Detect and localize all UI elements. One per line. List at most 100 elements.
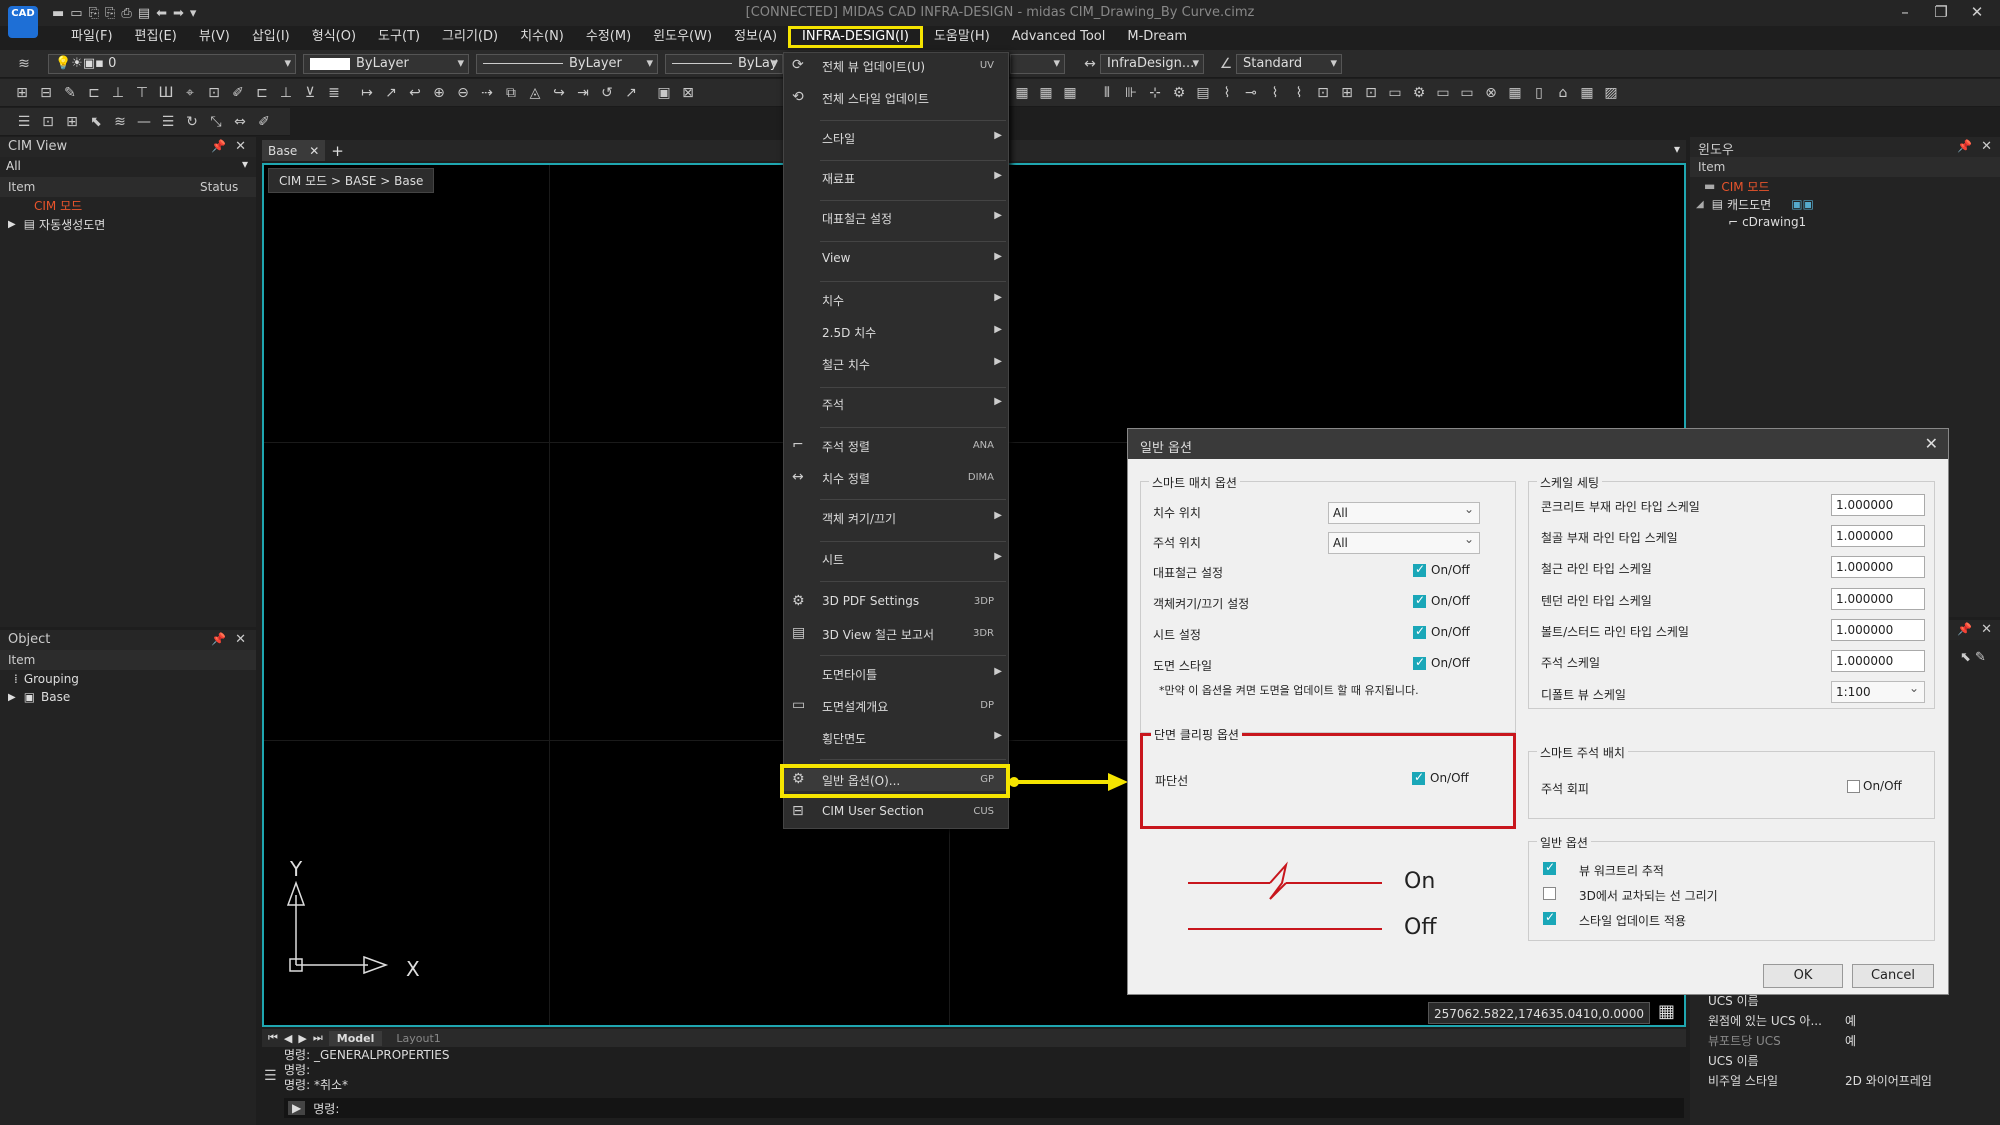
tool-icon[interactable]: ⌂: [1554, 85, 1572, 101]
tool-icon[interactable]: ↗: [382, 85, 400, 101]
tool-icon[interactable]: ▨: [1602, 85, 1620, 101]
object-row[interactable]: ⁞ Grouping: [0, 670, 256, 688]
tool-icon[interactable]: ⊏: [253, 85, 271, 101]
tool-icon[interactable]: ✐: [229, 85, 247, 101]
first-tab-icon[interactable]: ⏮: [268, 1031, 278, 1045]
menu-tools[interactable]: 도구(T): [367, 26, 431, 48]
tool-icon[interactable]: —: [135, 114, 153, 130]
tool-icon[interactable]: ☰: [159, 114, 177, 130]
close-icon[interactable]: ✕: [1925, 434, 1938, 453]
tool-icon[interactable]: ↗: [622, 85, 640, 101]
add-tab-icon[interactable]: +: [331, 142, 344, 160]
rebar-scale-input[interactable]: 1.000000: [1831, 556, 1925, 578]
undo-icon[interactable]: ⬅: [156, 6, 167, 21]
menu-advanced-tool[interactable]: Advanced Tool: [1001, 26, 1117, 48]
view-icon[interactable]: ▣▣: [1791, 197, 1814, 211]
menu-item-material-table[interactable]: 재료표 ▶: [784, 167, 1008, 189]
new-file-icon[interactable]: ▬: [52, 6, 64, 21]
grid-toggle-icon[interactable]: ▦: [1658, 1001, 1675, 1022]
menu-item-dimension-align[interactable]: ↔ 치수 정렬 DIMA: [784, 467, 1008, 489]
tool-icon[interactable]: ▦: [1506, 85, 1524, 101]
tool-icon[interactable]: ⇢: [478, 85, 496, 101]
expand-icon[interactable]: ▶: [8, 219, 16, 230]
tool-icon[interactable]: ↩: [406, 85, 424, 101]
bolt-scale-input[interactable]: 1.000000: [1831, 619, 1925, 641]
menu-item-update-all-views[interactable]: ⟳ 전체 뷰 업데이트(U) UV: [784, 55, 1008, 77]
menu-item-update-all-styles[interactable]: ⟲ 전체 스타일 업데이트: [784, 87, 1008, 109]
menu-item-object-toggle[interactable]: 객체 켜기/끄기 ▶: [784, 507, 1008, 529]
tool-icon[interactable]: ▭: [1434, 85, 1452, 101]
save-icon[interactable]: ⎘: [89, 6, 99, 21]
break-line-checkbox[interactable]: [1412, 770, 1425, 785]
window-tree-root[interactable]: ▬ CIM 모드: [1690, 177, 2000, 195]
tool-icon[interactable]: ⊞: [63, 114, 81, 130]
tool-icon[interactable]: ⊪: [1122, 85, 1140, 101]
tool-icon[interactable]: ⊸: [1242, 85, 1260, 101]
menu-item-annotation[interactable]: 주석 ▶: [784, 393, 1008, 415]
tool-icon[interactable]: ⊡: [1314, 85, 1332, 101]
menu-item-style[interactable]: 스타일 ▶: [784, 127, 1008, 149]
tool-icon[interactable]: ⦀: [1098, 85, 1116, 101]
tool-icon[interactable]: ⊤: [133, 85, 151, 101]
note-position-select[interactable]: All: [1328, 532, 1480, 554]
default-view-scale-select[interactable]: 1:100: [1831, 681, 1925, 703]
tool-icon[interactable]: ↦: [358, 85, 376, 101]
tool-icon[interactable]: ⌇: [1218, 85, 1236, 101]
tool-icon[interactable]: ⇔: [231, 114, 249, 130]
maximize-icon[interactable]: ❐: [1926, 3, 1956, 23]
close-icon[interactable]: ✕: [309, 144, 319, 158]
menu-modify[interactable]: 수정(M): [575, 26, 642, 48]
menu-dimension[interactable]: 치수(N): [509, 26, 575, 48]
menu-infra-design[interactable]: INFRA-DESIGN(I): [788, 26, 923, 48]
tool-icon[interactable]: ⊏: [85, 85, 103, 101]
tool-icon[interactable]: ⊠: [679, 85, 697, 101]
select-objects-icon[interactable]: ⬉ ✎: [1960, 650, 1986, 665]
last-tab-icon[interactable]: ⏭: [313, 1031, 323, 1045]
steel-scale-input[interactable]: 1.000000: [1831, 525, 1925, 547]
menu-format[interactable]: 형식(O): [301, 26, 367, 48]
sheet-setting-checkbox[interactable]: [1413, 624, 1426, 639]
tool-icon[interactable]: ↺: [598, 85, 616, 101]
tool-icon[interactable]: ⊡: [39, 114, 57, 130]
tool-icon[interactable]: ⊞: [13, 85, 31, 101]
menu-edit[interactable]: 편집(E): [124, 26, 188, 48]
prev-tab-icon[interactable]: ◀: [284, 1032, 292, 1045]
tool-icon[interactable]: ⊖: [454, 85, 472, 101]
dimstyle-combo[interactable]: InfraDesign...: [1100, 54, 1204, 74]
menu-item-dimension[interactable]: 치수 ▶: [784, 289, 1008, 311]
tool-icon[interactable]: ≣: [325, 85, 343, 101]
object-row[interactable]: ▶ ▣ Base: [0, 688, 256, 706]
menu-item-rebar-settings[interactable]: 대표철근 설정 ▶: [784, 207, 1008, 229]
menu-item-3d-view-rebar-report[interactable]: ▤ 3D View 철근 보고서 3DR: [784, 623, 1008, 645]
tool-icon[interactable]: ⊥: [277, 85, 295, 101]
menu-item-design-overview[interactable]: ▭ 도면설계개요 DP: [784, 695, 1008, 717]
tool-icon[interactable]: ⌖: [181, 85, 199, 101]
ok-button[interactable]: OK: [1763, 964, 1843, 988]
select-icon[interactable]: ⬉: [87, 114, 105, 130]
tree-item[interactable]: ▶ ▤ 자동생성도면: [0, 215, 256, 233]
table-icon[interactable]: ▦: [1013, 85, 1031, 101]
close-icon[interactable]: ✕: [1981, 139, 1992, 154]
pin-icon[interactable]: 📌: [1957, 622, 1972, 636]
tool-icon[interactable]: ⊟: [37, 85, 55, 101]
menu-item-rebar-dimension[interactable]: 철근 치수 ▶: [784, 353, 1008, 375]
window-tree-subitem[interactable]: ⌐ cDrawing1: [1690, 213, 2000, 231]
tool-icon[interactable]: ⊥: [109, 85, 127, 101]
tool-icon[interactable]: ✐: [255, 114, 273, 130]
pin-icon[interactable]: 📌: [1957, 139, 1972, 153]
tool-icon[interactable]: ▦: [1578, 85, 1596, 101]
menu-help[interactable]: 도움말(H): [923, 26, 1001, 48]
menu-item-cross-section[interactable]: 횡단면도 ▶: [784, 727, 1008, 749]
linetype-combo[interactable]: ByLayer: [476, 54, 658, 74]
tool-icon[interactable]: ↻: [183, 114, 201, 130]
doc-tab-base[interactable]: Base ✕: [262, 140, 326, 161]
pin-icon[interactable]: 📌: [211, 139, 226, 153]
menu-item-annotation-align[interactable]: ⌐ 주석 정렬 ANA: [784, 435, 1008, 457]
collapse-icon[interactable]: ◢: [1696, 199, 1704, 210]
tool-icon[interactable]: ⊡: [205, 85, 223, 101]
print-icon[interactable]: ⎙: [121, 6, 131, 21]
close-icon[interactable]: ✕: [235, 139, 246, 154]
close-icon[interactable]: ✕: [1962, 3, 1992, 23]
gear-icon[interactable]: ⚙: [1410, 85, 1428, 101]
plotstyle-combo[interactable]: [1010, 54, 1065, 74]
